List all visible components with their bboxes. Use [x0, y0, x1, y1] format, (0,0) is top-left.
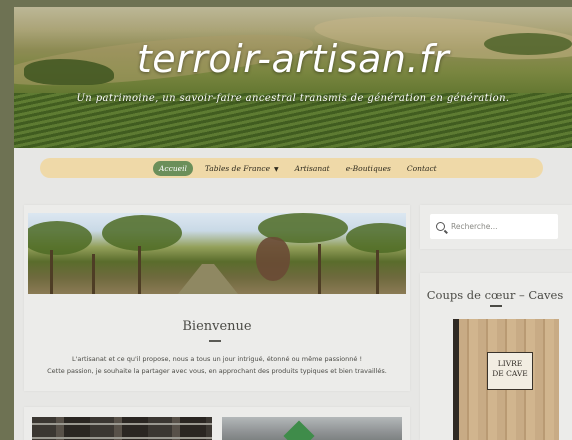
nav-item-tables-de-france[interactable]: Tables de France ▼ [205, 164, 279, 173]
search-placeholder: Recherche... [451, 222, 498, 231]
site-container: terroir-artisan.fr Un patrimoine, un sav… [14, 7, 572, 440]
book-label: LIVRE DE CAVE [487, 352, 533, 390]
welcome-line: Cette passion, je souhaite la partager a… [47, 367, 387, 375]
banner-trunk [138, 246, 141, 294]
heading-divider [209, 340, 221, 342]
book-label-line: LIVRE [497, 359, 523, 368]
site-tagline: Un patrimoine, un savoir-faire ancestral… [76, 93, 510, 104]
welcome-line: L'artisanat et ce qu'il propose, nous a … [71, 355, 363, 363]
nav-item-label: Tables de France [204, 163, 271, 173]
forest-thumbnail[interactable] [222, 417, 402, 440]
banner-foliage [102, 215, 182, 251]
chevron-down-icon: ▼ [274, 165, 279, 173]
vineyard-banner-image [28, 213, 406, 294]
banner-trunk [92, 254, 95, 294]
leaf-icon [283, 420, 315, 440]
nav-item-contact[interactable]: Contact [407, 164, 437, 173]
header-banner: terroir-artisan.fr Un patrimoine, un sav… [14, 7, 572, 148]
nav-item-artisanat[interactable]: Artisanat [295, 164, 330, 173]
barrel-band [32, 423, 212, 425]
nav-item-e-boutiques[interactable]: e-Boutiques [346, 164, 391, 173]
banner-foliage [28, 221, 92, 255]
widget-title-divider [490, 305, 502, 307]
welcome-text: L'artisanat et ce qu'il propose, nous a … [28, 353, 406, 377]
banner-foliage [346, 223, 406, 253]
search-icon [436, 222, 445, 231]
main-nav: Accueil Tables de France ▼ Artisanat e-Bo… [40, 158, 543, 178]
site-title[interactable]: terroir-artisan.fr [14, 37, 572, 81]
banner-trunk [50, 250, 53, 294]
banner-grapes [256, 237, 290, 281]
banner-path [178, 264, 238, 294]
welcome-heading: Bienvenue [182, 319, 252, 334]
nav-item-accueil[interactable]: Accueil [153, 160, 193, 176]
banner-trunk [376, 250, 379, 294]
barrels-thumbnail[interactable] [32, 417, 212, 440]
barrel-band [32, 437, 212, 439]
banner-trunk [318, 244, 321, 294]
widget-title: Coups de cœur – Caves [426, 288, 564, 302]
search-input[interactable]: Recherche... [430, 214, 558, 239]
book-label-line: DE CAVE [492, 369, 528, 378]
